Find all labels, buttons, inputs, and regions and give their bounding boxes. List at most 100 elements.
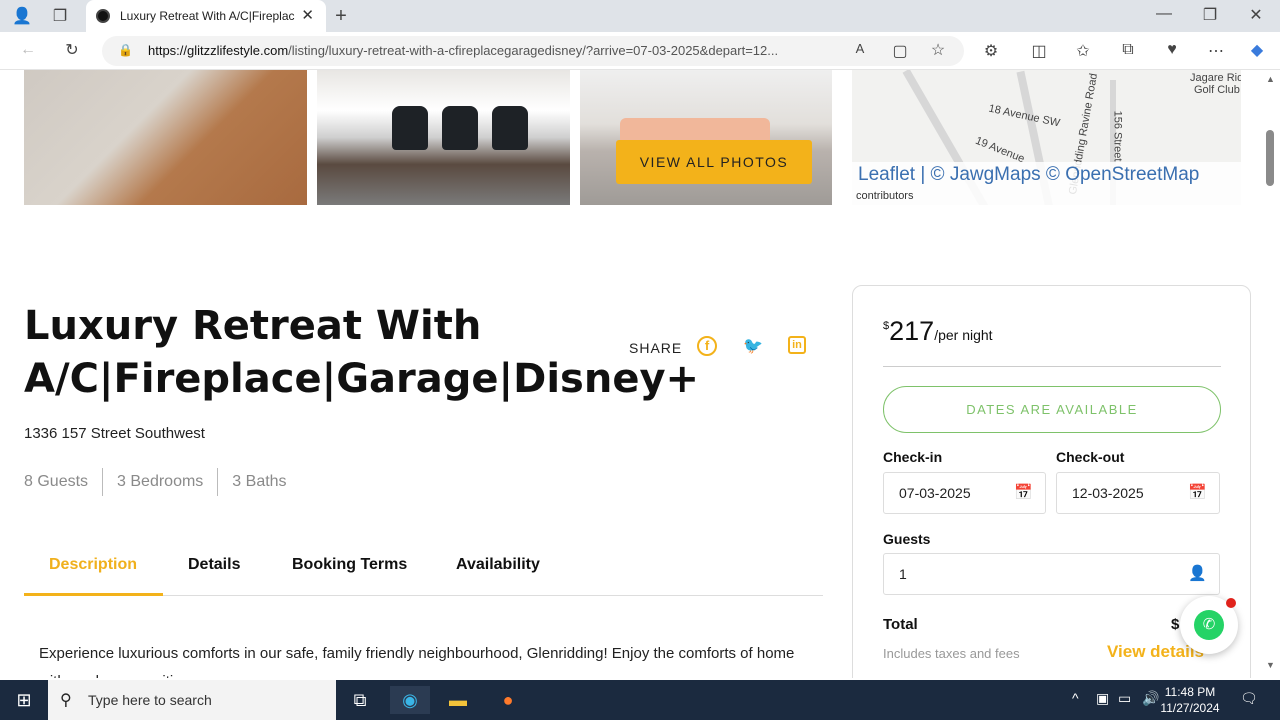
lock-icon[interactable]: 🔒	[118, 43, 133, 57]
restore-icon[interactable]: ❐	[1198, 5, 1222, 25]
close-tab-icon[interactable]: ✕	[301, 6, 314, 24]
photo-detail	[392, 106, 428, 150]
new-tab-icon[interactable]: +	[329, 5, 353, 28]
checkout-field[interactable]: 12-03-2025 📅	[1056, 472, 1220, 514]
view-all-photos-button[interactable]: VIEW ALL PHOTOS	[616, 140, 812, 184]
tab-actions-icon[interactable]: ❐	[48, 6, 72, 26]
listing-description: Experience luxurious comforts in our saf…	[39, 645, 795, 678]
checkout-value: 12-03-2025	[1072, 485, 1144, 501]
total-value: $	[1171, 616, 1180, 633]
edge-taskbar-icon[interactable]: ◉	[390, 686, 430, 714]
guests-value: 1	[899, 566, 907, 582]
location-map[interactable]: 18 Avenue SW 19 Avenue 156 Street Jagare…	[852, 70, 1241, 205]
close-window-icon[interactable]: ✕	[1244, 5, 1268, 25]
browser-tab-bar: 👤 ❐ Luxury Retreat With A/C|Fireplac ✕ +…	[0, 0, 1280, 32]
listing-title: Luxury Retreat With A/C|Fireplace|Garage…	[24, 303, 700, 402]
page-scrollbar[interactable]: ▲ ▼	[1262, 70, 1280, 678]
linkedin-share-icon[interactable]: in	[788, 336, 806, 354]
extensions-icon[interactable]: ⚙	[979, 41, 1003, 61]
listing-tabs: Description Details Booking Terms Availa…	[24, 540, 823, 596]
tray-device-icon[interactable]: ▣	[1096, 690, 1109, 707]
map-attribution-links[interactable]: Leaflet | © JawgMaps © OpenStreetMap	[858, 164, 1199, 186]
notification-dot	[1226, 598, 1236, 608]
windows-start-icon[interactable]: ⊞	[4, 686, 44, 714]
checkin-label: Check-in	[883, 449, 943, 465]
map-street-label: 19 Avenue	[973, 134, 1027, 166]
performance-icon[interactable]: ♥	[1160, 41, 1184, 59]
photo-detail	[492, 106, 528, 150]
taskbar-search-placeholder: Type here to search	[88, 692, 212, 708]
map-street-label: 156 Street	[1111, 110, 1124, 162]
listing-address: 1336 157 Street Southwest	[24, 425, 205, 442]
notifications-icon[interactable]: 🗨	[1240, 690, 1258, 707]
refresh-icon[interactable]: ↻	[60, 40, 84, 60]
whatsapp-chat-button[interactable]: ✆	[1180, 596, 1238, 654]
map-attribution: Leaflet | © JawgMaps © OpenStreetMap con…	[852, 162, 1241, 205]
gallery-photo-bedroom[interactable]	[580, 70, 832, 205]
copilot-icon[interactable]: ◆	[1245, 40, 1269, 60]
profile-icon[interactable]: 👤	[10, 6, 34, 26]
map-place-label: Jagare Ridge	[1190, 72, 1241, 84]
firefox-icon[interactable]: ●	[488, 686, 528, 714]
windows-taskbar: ⊞ ⚲ Type here to search ⧉ ◉ ▬ ● ^ ▣ ▭ 🔊 …	[0, 680, 1280, 720]
more-menu-icon[interactable]: ⋯	[1204, 41, 1228, 61]
person-icon: 👤	[1188, 565, 1207, 582]
browser-tab[interactable]: Luxury Retreat With A/C|Fireplac ✕	[86, 0, 326, 32]
dates-available-button[interactable]: DATES ARE AVAILABLE	[883, 386, 1221, 433]
guests-count: 8 Guests	[24, 473, 89, 490]
immersive-reader-icon[interactable]: ▢	[888, 41, 912, 61]
search-icon: ⚲	[60, 692, 72, 709]
system-clock[interactable]: 11:48 PM 11/27/2024	[1160, 684, 1220, 716]
price-unit: /per night	[934, 327, 993, 343]
task-view-icon[interactable]: ⧉	[340, 686, 380, 714]
network-icon[interactable]: ▭	[1118, 690, 1131, 707]
guests-label: Guests	[883, 531, 931, 547]
scroll-up-icon[interactable]: ▲	[1266, 74, 1275, 84]
checkin-value: 07-03-2025	[899, 485, 971, 501]
map-attribution-contributors: contributors	[856, 190, 914, 202]
divider	[883, 366, 1221, 367]
taxes-note: Includes taxes and fees	[883, 646, 1020, 661]
active-tab-indicator	[24, 593, 163, 596]
guests-field[interactable]: 1 👤	[883, 553, 1220, 595]
site-favicon-icon	[96, 9, 110, 23]
url-field[interactable]: 🔒 https://glitzzlifestyle.com/listing/lu…	[102, 36, 964, 66]
volume-icon[interactable]: 🔊	[1142, 690, 1159, 707]
facebook-share-icon[interactable]: f	[697, 336, 717, 356]
address-bar: ← ↻ 🔒 https://glitzzlifestyle.com/listin…	[0, 32, 1280, 70]
gallery-photo-kitchen[interactable]	[317, 70, 570, 205]
baths-count: 3 Baths	[217, 468, 300, 496]
scroll-down-icon[interactable]: ▼	[1266, 660, 1275, 670]
photo-detail	[442, 106, 478, 150]
tab-details[interactable]: Details	[188, 556, 240, 574]
tab-title: Luxury Retreat With A/C|Fireplac	[120, 9, 295, 23]
checkin-field[interactable]: 07-03-2025 📅	[883, 472, 1046, 514]
calendar-icon[interactable]: 📅	[1014, 483, 1033, 501]
url-text[interactable]: https://glitzzlifestyle.com/listing/luxu…	[148, 43, 848, 58]
listing-stats: 8 Guests 3 Bedrooms 3 Baths	[24, 468, 301, 498]
favorites-icon[interactable]: ✩	[1071, 41, 1095, 61]
total-label: Total	[883, 616, 918, 633]
calendar-icon[interactable]: 📅	[1188, 483, 1207, 501]
map-place-label: Golf Club	[1194, 84, 1240, 96]
collections-icon[interactable]: ⧉	[1116, 41, 1140, 59]
checkout-label: Check-out	[1056, 449, 1125, 465]
read-aloud-icon[interactable]: A	[848, 41, 872, 56]
minimize-icon[interactable]: —	[1152, 5, 1176, 23]
page-content: VIEW ALL PHOTOS 18 Avenue SW 19 Avenue 1…	[0, 70, 1262, 678]
taskbar-search[interactable]: ⚲ Type here to search	[48, 680, 336, 720]
price-amount: 217	[889, 316, 935, 346]
share-label: SHARE	[629, 340, 683, 356]
split-screen-icon[interactable]: ◫	[1027, 41, 1051, 61]
back-icon[interactable]: ←	[16, 41, 40, 59]
tab-availability[interactable]: Availability	[456, 556, 540, 574]
tab-booking-terms[interactable]: Booking Terms	[292, 556, 407, 574]
tab-description[interactable]: Description	[49, 556, 137, 574]
twitter-share-icon[interactable]: 🐦	[742, 336, 764, 358]
gallery-photo-living[interactable]	[24, 70, 307, 205]
scrollbar-thumb[interactable]	[1266, 130, 1274, 186]
tray-chevron-icon[interactable]: ^	[1072, 690, 1079, 706]
file-explorer-icon[interactable]: ▬	[438, 686, 478, 714]
nightly-price: $217/per night	[883, 316, 993, 347]
favorite-star-icon[interactable]: ☆	[926, 40, 950, 60]
